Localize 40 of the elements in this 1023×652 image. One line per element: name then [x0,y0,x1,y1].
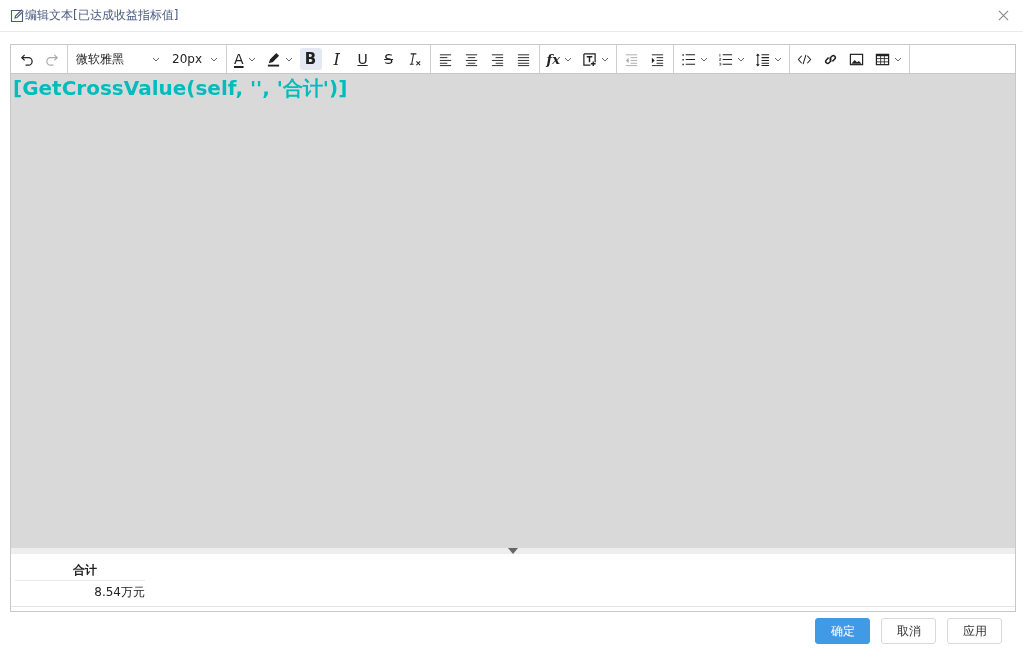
formula-text: [GetCrossValue(self, '', '合计')] [13,76,348,100]
align-left-icon [438,51,454,67]
column-header: 合计 [15,562,145,581]
align-center-icon [464,51,480,67]
chevron-down-icon [736,56,745,62]
formula-button[interactable]: fx [543,48,575,70]
align-justify-icon [516,51,532,67]
outdent-icon [624,51,640,67]
bullet-list-icon [680,51,696,67]
bold-button[interactable]: B [299,48,322,70]
image-icon [849,51,865,67]
underline-button[interactable]: U [351,48,374,70]
marker-icon [265,51,281,67]
close-icon[interactable] [998,10,1009,21]
chevron-down-icon [247,56,256,62]
text-box-icon [581,51,597,67]
chevron-down-icon [600,56,609,62]
chevron-down-icon [893,56,902,62]
font-family-select[interactable]: 微软雅黑 [72,48,164,70]
font-color-button[interactable]: A [231,48,259,70]
numbered-list-icon [717,51,733,67]
font-size-select[interactable]: 20px [168,48,222,70]
dialog-button[interactable]: 取消 [881,618,936,644]
strikethrough-button[interactable]: S [377,48,400,70]
chevron-down-icon [152,56,160,62]
chevron-down-icon [699,56,708,62]
dialog-title: 编辑文本[已达成收益指标值] [25,7,179,24]
chevron-down-icon [563,56,572,62]
edit-icon [10,8,24,23]
table-cell-text: 8.54万元 [93,584,145,601]
chevron-down-icon [773,56,782,62]
clear-format-icon [407,51,423,67]
chevron-down-icon [284,56,293,62]
chevron-down-icon [210,56,218,62]
dialog-button[interactable]: 应用 [947,618,1002,644]
table-icon [874,51,890,67]
align-right-icon [490,51,506,67]
italic-button[interactable]: I [325,48,348,70]
line-height-icon [754,51,770,67]
indent-icon [650,51,666,67]
